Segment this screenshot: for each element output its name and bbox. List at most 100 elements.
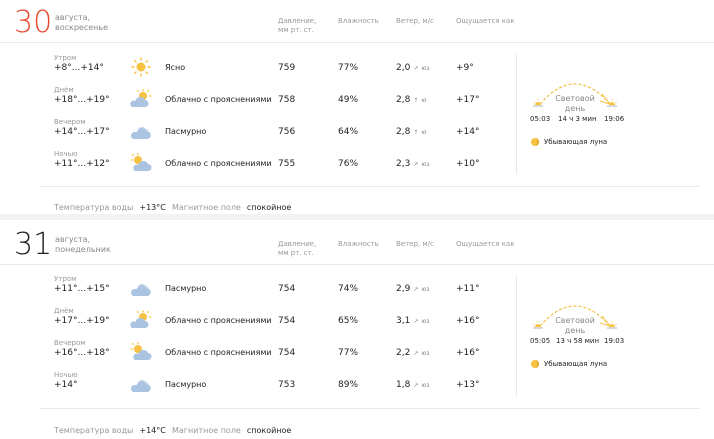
partly-cloudy-icon	[130, 342, 152, 360]
row-feels: +14°	[456, 127, 480, 137]
wind-arrow-icon: ↗	[413, 286, 419, 293]
sunrise-time: 05:05	[530, 337, 551, 345]
row-wind: 2,2 ↗ юз	[396, 348, 430, 358]
daylight-duration: 13 ч 58 мин	[556, 337, 600, 345]
header-wind: Ветер, м/с	[396, 17, 434, 25]
header-humidity: Влажность	[338, 240, 379, 248]
row-pressure: 754	[278, 348, 296, 358]
row-feels: +13°	[456, 380, 480, 390]
day-number: 30	[14, 5, 53, 40]
row-condition: Пасмурно	[165, 284, 207, 293]
row-period: Утром	[54, 275, 77, 283]
sunset-icon	[607, 99, 617, 107]
row-pressure: 756	[278, 127, 296, 137]
forecast-row-evening: Вечером +16°...+18° Облачно с прояснения…	[0, 339, 500, 363]
partly-cloudy-icon	[130, 310, 152, 328]
moon-phase: Убывающая луна	[544, 138, 608, 146]
wind-arrow-icon: ↗	[413, 318, 419, 325]
water-temperature: Температура воды +14°C	[54, 426, 166, 435]
row-wind: 2,3 ↗ юз	[396, 159, 430, 169]
row-feels: +16°	[456, 316, 480, 326]
header-humidity: Влажность	[338, 17, 379, 25]
row-wind: 3,1 ↗ юз	[396, 316, 430, 326]
cloud-icon	[131, 283, 151, 296]
forecast-row-night: Ночью +14° Пасмурно 753 89% 1,8 ↗ юз +13°	[0, 371, 500, 395]
row-humidity: 89%	[338, 380, 359, 390]
wind-arrow-icon: ↑	[413, 129, 419, 136]
row-condition: Облачно с прояснениями	[165, 159, 272, 168]
row-condition: Ясно	[165, 63, 186, 72]
wind-arrow-icon: ↗	[413, 382, 419, 389]
day-number: 31	[14, 227, 53, 262]
row-wind: 1,8 ↗ юз	[396, 380, 430, 390]
water-temperature: Температура воды +13°C	[54, 203, 166, 212]
sunrise-time: 05:03	[530, 115, 551, 123]
row-pressure: 755	[278, 159, 296, 169]
row-temp: +11°...+12°	[54, 159, 110, 169]
row-temp: +16°...+18°	[54, 348, 110, 358]
row-temp: +14°...+17°	[54, 127, 110, 137]
row-humidity: 65%	[338, 316, 359, 326]
row-wind: 2,8 ↑ ю	[396, 95, 427, 105]
header-feels: Ощущается как	[456, 240, 515, 248]
day-month: августа,	[55, 235, 91, 244]
row-feels: +9°	[456, 63, 474, 73]
sun-panel: Световой день 05:03 14 ч 3 мин 19:06 Убыв…	[520, 70, 630, 160]
day-card-31: 31 августа, понедельник Давление, мм рт. …	[0, 220, 714, 439]
day-month: августа,	[55, 13, 91, 22]
row-condition: Пасмурно	[165, 127, 207, 136]
cloud-icon	[131, 379, 151, 392]
row-wind: 2,0 ↗ юз	[396, 63, 430, 73]
row-condition: Облачно с прояснениями	[165, 95, 272, 104]
row-pressure: 753	[278, 380, 296, 390]
row-period: Вечером	[54, 339, 86, 347]
header-pressure: Давление, мм рт. ст.	[278, 240, 317, 257]
sun-icon	[131, 57, 151, 77]
forecast-row-morning: Утром +11°...+15° Пасмурно 754 74% 2,9 ↗ ю…	[0, 275, 500, 299]
row-temp: +18°...+19°	[54, 95, 110, 105]
row-humidity: 49%	[338, 95, 359, 105]
row-period: Утром	[54, 54, 77, 62]
sunrise-icon	[533, 99, 543, 107]
row-feels: +10°	[456, 159, 480, 169]
row-period: Ночью	[54, 150, 78, 158]
forecast-row-morning: Утром +8°...+14° Ясно 759 77% 2,0 ↗ юз +9°	[0, 54, 500, 78]
row-humidity: 77%	[338, 348, 359, 358]
sun-panel-divider	[516, 276, 517, 396]
forecast-row-day: Днём +17°...+19° Облачно с прояснениями …	[0, 307, 500, 331]
wind-arrow-icon: ↗	[413, 161, 419, 168]
sunset-time: 19:03	[604, 337, 625, 345]
row-period: Днём	[54, 86, 74, 94]
row-humidity: 77%	[338, 63, 359, 73]
daylight-label: Световой день	[555, 94, 595, 113]
row-period: Ночью	[54, 371, 78, 379]
row-humidity: 64%	[338, 127, 359, 137]
wind-arrow-icon: ↑	[413, 97, 419, 104]
magnetic-field: Магнитное поле спокойное	[172, 203, 292, 212]
wind-arrow-icon: ↗	[413, 65, 419, 72]
row-humidity: 74%	[338, 284, 359, 294]
moon-icon	[531, 360, 539, 368]
cloud-icon	[131, 126, 151, 139]
row-period: Вечером	[54, 118, 86, 126]
sunrise-icon	[533, 321, 543, 329]
footer-divider	[40, 186, 700, 187]
forecast-row-night: Ночью +11°...+12° Облачно с прояснениями…	[0, 150, 500, 174]
daylight-duration: 14 ч 3 мин	[558, 115, 597, 123]
row-pressure: 754	[278, 284, 296, 294]
row-pressure: 759	[278, 63, 296, 73]
row-feels: +16°	[456, 348, 480, 358]
row-temp: +17°...+19°	[54, 316, 110, 326]
sunset-time: 19:06	[604, 115, 625, 123]
moon-icon	[531, 138, 539, 146]
wind-arrow-icon: ↗	[413, 350, 419, 357]
magnetic-field: Магнитное поле спокойное	[172, 426, 292, 435]
day-card-30: 30 августа, воскресенье Давление, мм рт. …	[0, 0, 714, 214]
daylight-label: Световой день	[555, 316, 595, 335]
row-humidity: 76%	[338, 159, 359, 169]
header-divider	[0, 42, 714, 43]
moon-phase: Убывающая луна	[544, 360, 608, 368]
row-condition: Облачно с прояснениями	[165, 316, 272, 325]
row-condition: Пасмурно	[165, 380, 207, 389]
row-pressure: 754	[278, 316, 296, 326]
